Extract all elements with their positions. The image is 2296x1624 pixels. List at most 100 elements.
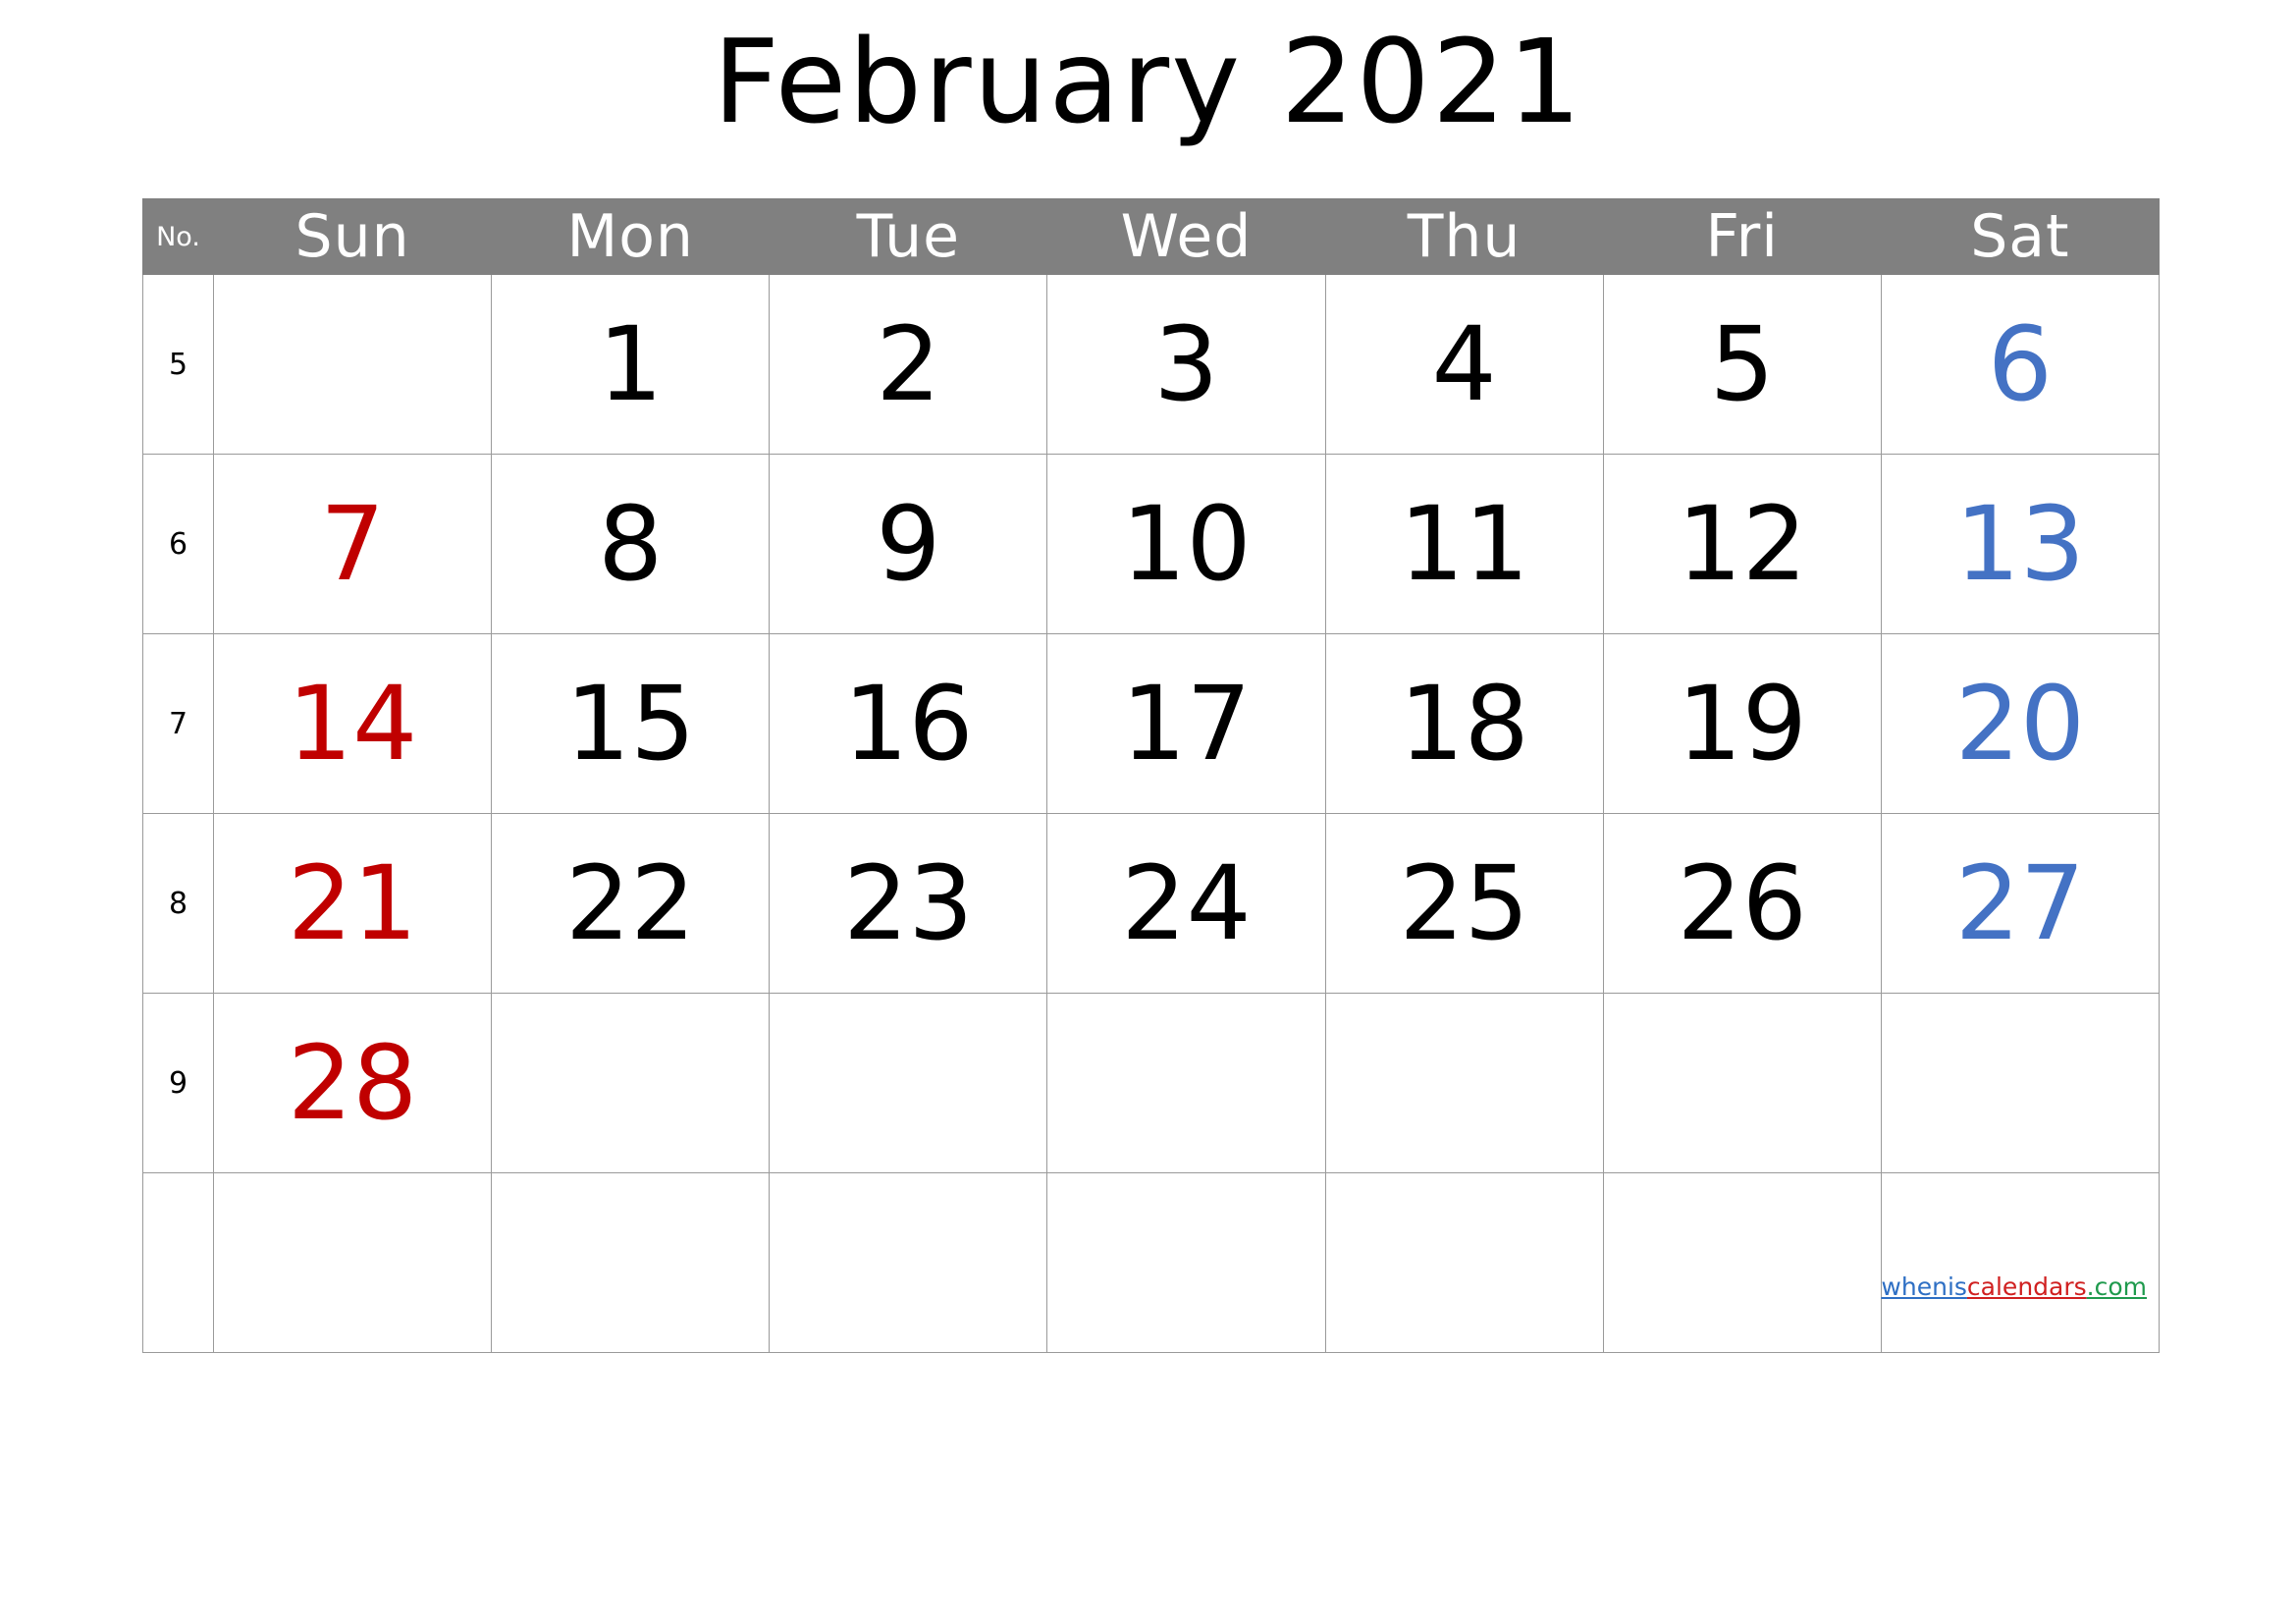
day-cell[interactable]: 28 (213, 993, 493, 1173)
day-number: 3 (1153, 304, 1219, 424)
day-number: 2 (876, 304, 941, 424)
day-cell[interactable]: 25 (1324, 813, 1604, 994)
day-number: 10 (1121, 484, 1252, 604)
day-number: 26 (1677, 843, 1807, 963)
day-number: 23 (843, 843, 974, 963)
day-cell[interactable] (1880, 993, 2161, 1173)
day-cell[interactable]: 5 (1602, 274, 1882, 455)
week-number-cell: 6 (141, 454, 215, 634)
day-cell[interactable] (491, 1172, 771, 1353)
day-cell[interactable]: 16 (769, 633, 1048, 814)
day-cell[interactable] (769, 1172, 1048, 1353)
day-number: 17 (1121, 664, 1252, 784)
day-number: 13 (1954, 484, 2086, 604)
day-number: 14 (287, 664, 418, 784)
day-cell[interactable]: 22 (491, 813, 771, 994)
header-day-sat: Sat (1880, 198, 2161, 275)
day-number: 12 (1677, 484, 1807, 604)
day-cell[interactable] (1602, 993, 1882, 1173)
day-cell[interactable] (1324, 993, 1604, 1173)
day-number: 11 (1399, 484, 1529, 604)
day-cell[interactable]: 27 (1880, 813, 2161, 994)
calendar-week-row: 8 21 22 23 24 25 26 27 (141, 813, 2161, 994)
day-cell[interactable]: 7 (213, 454, 493, 634)
day-cell[interactable] (1602, 1172, 1882, 1353)
watermark-link[interactable]: wheniscalendars.com (1881, 1272, 2147, 1301)
day-number: 18 (1399, 664, 1529, 784)
week-number-cell (141, 1172, 215, 1353)
day-cell[interactable]: 2 (769, 274, 1048, 455)
weekday-header: No. Sun Mon Tue Wed Thu Fri Sat (141, 198, 2161, 275)
watermark-part-calendars: calendars (1966, 1272, 2087, 1301)
day-number: 22 (565, 843, 696, 963)
calendar-page: February 2021 No. Sun Mon Tue Wed Thu Fr… (0, 0, 2296, 1624)
day-number: 16 (843, 664, 974, 784)
day-cell[interactable] (1880, 1172, 2161, 1353)
day-number: 8 (598, 484, 664, 604)
day-cell[interactable]: 1 (491, 274, 771, 455)
calendar-grid: No. Sun Mon Tue Wed Thu Fri Sat 51234566… (141, 198, 2161, 1353)
day-cell[interactable] (1046, 993, 1326, 1173)
day-cell[interactable]: 26 (1602, 813, 1882, 994)
day-number: 25 (1399, 843, 1529, 963)
day-number: 7 (320, 484, 386, 604)
day-number: 24 (1121, 843, 1252, 963)
header-day-thu: Thu (1324, 198, 1604, 275)
week-number-cell: 8 (141, 813, 215, 994)
day-cell[interactable]: 17 (1046, 633, 1326, 814)
day-number: 4 (1431, 304, 1497, 424)
header-week-number: No. (141, 198, 215, 275)
day-cell[interactable]: 14 (213, 633, 493, 814)
calendar-body: 5 1 2 3 4 5 6 6 7 8 9 10 11 12 13 7 14 15 16 17 18 19 20 8 21 22 2… (141, 274, 2161, 1353)
calendar-week-row: 9 28 (141, 993, 2161, 1173)
header-day-wed: Wed (1046, 198, 1326, 275)
day-cell[interactable]: 18 (1324, 633, 1604, 814)
day-cell[interactable]: 13 (1880, 454, 2161, 634)
day-cell[interactable] (213, 274, 493, 455)
day-cell[interactable]: 19 (1602, 633, 1882, 814)
watermark-part-whenis: whenis (1881, 1272, 1967, 1301)
day-cell[interactable]: 11 (1324, 454, 1604, 634)
day-cell[interactable]: 23 (769, 813, 1048, 994)
calendar-week-row: 7 14 15 16 17 18 19 20 (141, 633, 2161, 814)
day-cell[interactable] (491, 993, 771, 1173)
page-title: February 2021 (713, 14, 1583, 149)
day-cell[interactable]: 21 (213, 813, 493, 994)
header-day-sun: Sun (213, 198, 493, 275)
day-cell[interactable]: 24 (1046, 813, 1326, 994)
calendar-week-row (141, 1172, 2161, 1353)
watermark-part-com: .com (2086, 1272, 2147, 1301)
week-number-cell: 9 (141, 993, 215, 1173)
day-number: 19 (1677, 664, 1807, 784)
calendar-week-row: 5 1 2 3 4 5 6 (141, 274, 2161, 455)
day-number: 5 (1709, 304, 1775, 424)
day-cell[interactable]: 12 (1602, 454, 1882, 634)
week-number-cell: 7 (141, 633, 215, 814)
calendar-header-row: No. Sun Mon Tue Wed Thu Fri Sat (141, 198, 2161, 275)
day-number: 27 (1954, 843, 2086, 963)
day-number: 21 (287, 843, 418, 963)
day-cell[interactable]: 9 (769, 454, 1048, 634)
day-number: 1 (598, 304, 664, 424)
day-cell[interactable] (769, 993, 1048, 1173)
header-day-mon: Mon (491, 198, 771, 275)
day-number: 15 (565, 664, 696, 784)
day-cell[interactable]: 6 (1880, 274, 2161, 455)
day-number: 28 (287, 1023, 418, 1143)
day-cell[interactable]: 15 (491, 633, 771, 814)
calendar-week-row: 6 7 8 9 10 11 12 13 (141, 454, 2161, 634)
header-day-tue: Tue (769, 198, 1048, 275)
day-cell[interactable]: 8 (491, 454, 771, 634)
day-cell[interactable] (213, 1172, 493, 1353)
day-number: 9 (876, 484, 941, 604)
day-cell[interactable]: 3 (1046, 274, 1326, 455)
week-number-cell: 5 (141, 274, 215, 455)
day-cell[interactable] (1324, 1172, 1604, 1353)
day-number: 6 (1987, 304, 2053, 424)
day-number: 20 (1954, 664, 2086, 784)
day-cell[interactable]: 10 (1046, 454, 1326, 634)
day-cell[interactable]: 4 (1324, 274, 1604, 455)
day-cell[interactable]: 20 (1880, 633, 2161, 814)
header-day-fri: Fri (1602, 198, 1882, 275)
day-cell[interactable] (1046, 1172, 1326, 1353)
